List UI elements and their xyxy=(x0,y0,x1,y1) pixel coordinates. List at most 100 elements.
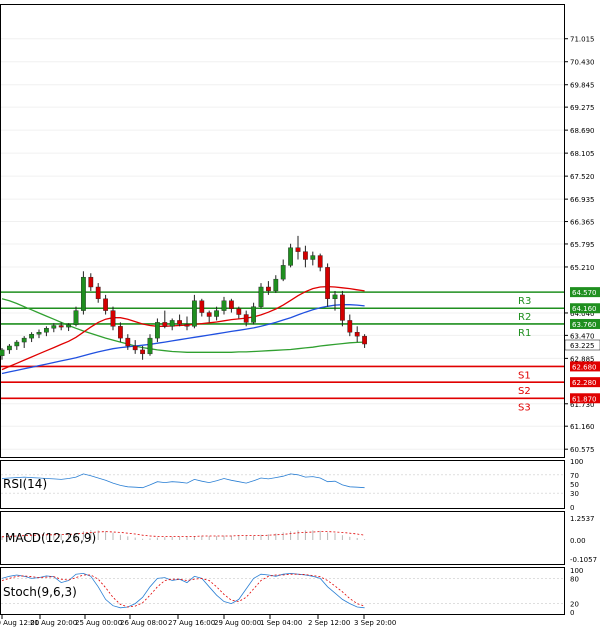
candle-body xyxy=(73,310,79,325)
candle-body xyxy=(354,332,360,337)
candle-body xyxy=(184,324,190,327)
candle-body xyxy=(125,337,131,347)
candle-body xyxy=(258,286,264,307)
candle-body xyxy=(325,267,330,300)
candle-body xyxy=(58,325,64,328)
price-tick-label: 60.575 xyxy=(570,446,595,454)
candle-body xyxy=(243,314,249,323)
time-tick-label: 2 Sep 12:00 xyxy=(308,619,350,627)
price-tick-label: 71.015 xyxy=(570,36,595,44)
candle-body xyxy=(317,255,323,268)
candle-body xyxy=(117,326,123,339)
stoch-label: Stoch(9,6,3) xyxy=(3,585,77,599)
candle-body xyxy=(228,300,234,309)
candle-body xyxy=(103,298,109,311)
price-panel-frame xyxy=(0,4,565,458)
candle-body xyxy=(51,325,57,329)
level-label-r3: R3 xyxy=(518,296,531,307)
level-label-r1: R1 xyxy=(518,328,531,339)
candle-body xyxy=(162,322,168,327)
rsi-tick-label: 0 xyxy=(570,504,574,512)
candle-body xyxy=(177,320,182,325)
candle-body xyxy=(21,337,27,343)
rsi-label: RSI(14) xyxy=(3,477,47,491)
time-tick-label: 21 Aug 20:00 xyxy=(30,619,77,627)
candle-body xyxy=(340,294,345,321)
level-price-label-r1: 63.760 xyxy=(572,321,597,329)
candle-body xyxy=(214,310,219,317)
price-tick-label: 69.845 xyxy=(570,82,595,90)
time-tick-label: 26 Aug 08:00 xyxy=(120,619,167,627)
level-price-label-r2: 64.160 xyxy=(572,305,597,313)
level-price-label-r3: 64.570 xyxy=(572,289,597,297)
level-label-s3: S3 xyxy=(518,402,531,413)
level-label-r2: R2 xyxy=(518,312,531,323)
candle-body xyxy=(6,345,12,351)
candle-body xyxy=(132,345,138,351)
time-tick-label: 27 Aug 16:00 xyxy=(168,619,215,627)
candle-body xyxy=(88,276,94,288)
level-price-label-s3: 61.870 xyxy=(572,395,597,403)
rsi-tick-label: 50 xyxy=(570,481,579,489)
time-axis: 20 Aug 12:0021 Aug 20:0025 Aug 00:0026 A… xyxy=(0,615,396,627)
candle-body xyxy=(295,247,301,252)
candle-body xyxy=(191,300,197,327)
candle-body xyxy=(80,276,86,311)
stoch-tick-label: 0 xyxy=(570,609,574,617)
candle-body xyxy=(206,312,212,317)
chart-window: R3 R2 R1 S1 S2 S3 71.015 70.430 69.845 69.275 68.… xyxy=(0,0,600,631)
price-tick-label: 70.430 xyxy=(570,59,595,67)
price-tick-label: 65.210 xyxy=(570,264,595,272)
candle-body xyxy=(140,349,145,355)
macd-tick-label: 0.00 xyxy=(570,537,586,545)
candle-body xyxy=(251,306,256,323)
level-label-s2: S2 xyxy=(518,386,531,397)
level-price-label-s2: 62.280 xyxy=(572,379,597,387)
level-price-label-s1: 62.680 xyxy=(572,363,597,371)
candle-body xyxy=(310,255,316,260)
macd-label: MACD(12,26,9) xyxy=(5,531,96,545)
candle-body xyxy=(110,310,116,327)
price-tick-label: 68.105 xyxy=(570,150,595,158)
price-tick-label: 68.690 xyxy=(570,127,595,135)
rsi-tick-label: 70 xyxy=(570,472,579,480)
candle-body xyxy=(303,251,308,260)
price-tick-label: 61.160 xyxy=(570,423,595,431)
candle-body xyxy=(0,349,5,357)
time-tick-label: 3 Sep 20:00 xyxy=(354,619,396,627)
price-tick-label: 63.470 xyxy=(570,332,595,340)
candle-body xyxy=(199,300,205,313)
candle-body xyxy=(221,300,227,311)
candle-body xyxy=(29,333,34,339)
price-tick-label: 66.365 xyxy=(570,219,595,227)
stoch-tick-label: 100 xyxy=(570,567,583,575)
candle-body xyxy=(273,278,279,292)
price-tick-label: 69.275 xyxy=(570,104,595,112)
price-axis: 71.015 70.430 69.845 69.275 68.690 68.105 67.5… xyxy=(564,36,600,454)
price-tick-label: 66.935 xyxy=(570,196,595,204)
candle-body xyxy=(236,308,242,315)
candle-body xyxy=(280,265,286,280)
time-tick-label: 29 Aug 00:00 xyxy=(214,619,261,627)
time-tick-label: 1 Sep 04:00 xyxy=(260,619,302,627)
price-tick-label: 65.795 xyxy=(570,241,595,249)
candle-body xyxy=(147,337,153,355)
candle-body xyxy=(44,328,49,333)
candle-body xyxy=(169,320,175,327)
current-price-label: 63.225 xyxy=(570,342,595,350)
rsi-tick-label: 30 xyxy=(570,490,579,498)
candle-body xyxy=(347,320,353,333)
candle-body xyxy=(266,286,271,292)
candle-body xyxy=(332,294,338,300)
candle-body xyxy=(14,341,20,347)
candle-body xyxy=(36,332,42,335)
candle-body xyxy=(288,247,293,266)
macd-tick-label: -0.1057 xyxy=(570,556,597,564)
rsi-panel-frame xyxy=(0,460,565,509)
candle-body xyxy=(362,335,367,345)
macd-tick-label: 1.2537 xyxy=(570,515,595,523)
stoch-tick-label: 80 xyxy=(570,575,579,583)
stoch-tick-label: 20 xyxy=(570,601,579,609)
candle-body xyxy=(66,324,72,328)
candle-body xyxy=(95,286,101,300)
